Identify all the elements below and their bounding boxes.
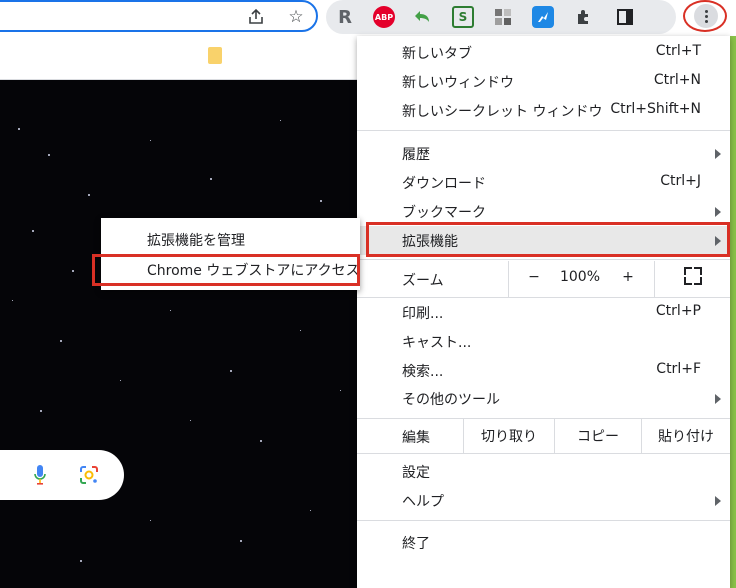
star-dot [320,200,322,202]
submenu-arrow-icon [715,394,721,404]
menu-shortcut: Ctrl+J [660,173,701,189]
menu-shortcut: Ctrl+P [655,303,701,319]
menu-separator [357,453,730,454]
bookmark-star-icon[interactable]: ☆ [284,5,308,29]
extensions-strip: R ABP S [326,0,676,34]
menu-shortcut: Ctrl+F [656,361,701,377]
star-dot [32,230,34,232]
menu-item-label: 新しいウィンドウ [402,75,514,91]
menu-item-history[interactable]: 履歴 [357,139,730,168]
menu-shortcut: Ctrl+T [655,43,701,59]
r-extension-icon[interactable]: R [334,6,356,28]
menu-item-label: 履歴 [402,147,430,163]
extensions-puzzle-icon[interactable] [573,6,595,28]
star-dot [230,370,232,372]
green-arrow-extension-icon[interactable] [412,6,434,28]
browser-toolbar: ☆ R ABP S [0,0,736,36]
star-dot [260,440,262,442]
submenu-arrow-icon [715,149,721,159]
menu-item-settings[interactable]: 設定 [357,457,730,486]
menu-item-downloads[interactable]: ダウンロード Ctrl+J [357,168,730,197]
menu-separator [357,520,730,521]
star-dot [170,310,171,311]
menu-item-label: キャスト... [402,335,472,351]
zoom-divider [654,261,655,297]
menu-item-label: 新しいタブ [402,46,472,62]
menu-item-new-incognito-window[interactable]: 新しいシークレット ウィンドウ Ctrl+Shift+N [357,96,730,125]
manage-extensions-item[interactable]: 拡張機能を管理 [101,224,360,254]
menu-item-label: ダウンロード [402,176,486,192]
menu-item-label: 検索... [402,364,444,380]
star-dot [190,420,191,421]
s-extension-icon[interactable]: S [452,6,474,28]
submenu-arrow-icon [715,207,721,217]
extensions-highlight-box [366,222,730,257]
menu-item-label: 設定 [402,465,430,481]
menu-item-label: ヘルプ [402,494,444,510]
menu-item-label: その他のツール [402,392,500,408]
zoom-label: ズーム [402,273,444,289]
menu-item-label: 終了 [402,536,430,552]
star-dot [88,194,90,196]
star-dot [310,510,311,511]
bird-extension-icon[interactable] [532,6,554,28]
menu-item-new-window[interactable]: 新しいウィンドウ Ctrl+N [357,67,730,96]
menu-item-find[interactable]: 検索... Ctrl+F [357,356,730,385]
window-edge [730,36,736,588]
menu-button-highlight-circle [683,0,727,32]
paste-button[interactable]: 貼り付け [642,418,730,454]
zoom-divider [508,261,509,297]
star-dot [72,270,74,272]
menu-item-label: 新しいシークレット ウィンドウ [402,104,603,120]
menu-shortcut: Ctrl+N [653,72,701,88]
submenu-arrow-icon [715,496,721,506]
menu-item-label: 拡張機能を管理 [147,233,245,249]
adblock-plus-icon[interactable]: ABP [373,6,395,28]
star-dot [48,154,50,156]
edit-label: 編集 [402,430,430,446]
star-dot [280,120,281,121]
google-search-box[interactable] [0,450,124,500]
star-dot [240,540,242,542]
menu-item-help[interactable]: ヘルプ [357,486,730,515]
zoom-level-value: 100% [559,269,601,285]
menu-separator [357,130,730,131]
star-dot [60,340,62,342]
star-dot [40,410,42,412]
menu-item-print[interactable]: 印刷... Ctrl+P [357,298,730,327]
star-dot [210,178,212,180]
zoom-in-button[interactable]: + [611,259,645,295]
menu-item-more-tools[interactable]: その他のツール [357,384,730,413]
fullscreen-icon[interactable] [684,267,702,285]
voice-search-mic-icon[interactable] [34,464,46,486]
menu-item-exit[interactable]: 終了 [357,528,730,557]
star-dot [120,380,121,381]
star-dot [80,560,82,562]
menu-item-cast[interactable]: キャスト... [357,327,730,356]
star-dot [300,330,301,331]
zoom-out-button[interactable]: − [517,259,551,295]
share-icon[interactable] [244,5,268,29]
cut-button[interactable]: 切り取り [464,418,554,454]
copy-button[interactable]: コピー [555,418,641,454]
web-store-highlight-box [92,254,360,286]
star-dot [150,520,151,521]
chrome-main-menu: 新しいタブ Ctrl+T 新しいウィンドウ Ctrl+N 新しいシークレット ウ… [357,36,730,588]
star-dot [150,140,151,141]
menu-item-new-tab[interactable]: 新しいタブ Ctrl+T [357,38,730,67]
menu-item-label: 印刷... [402,306,444,322]
menu-item-label: ブックマーク [402,205,486,221]
star-dot [18,128,20,130]
side-panel-icon[interactable] [614,6,636,28]
google-lens-icon[interactable] [78,464,100,486]
star-dot [340,390,341,391]
puzzle-grey-extension-icon[interactable] [492,6,514,28]
menu-shortcut: Ctrl+Shift+N [610,101,701,117]
star-dot [12,300,13,301]
bookmark-folder-icon[interactable] [208,47,222,64]
address-bar[interactable] [0,0,318,32]
